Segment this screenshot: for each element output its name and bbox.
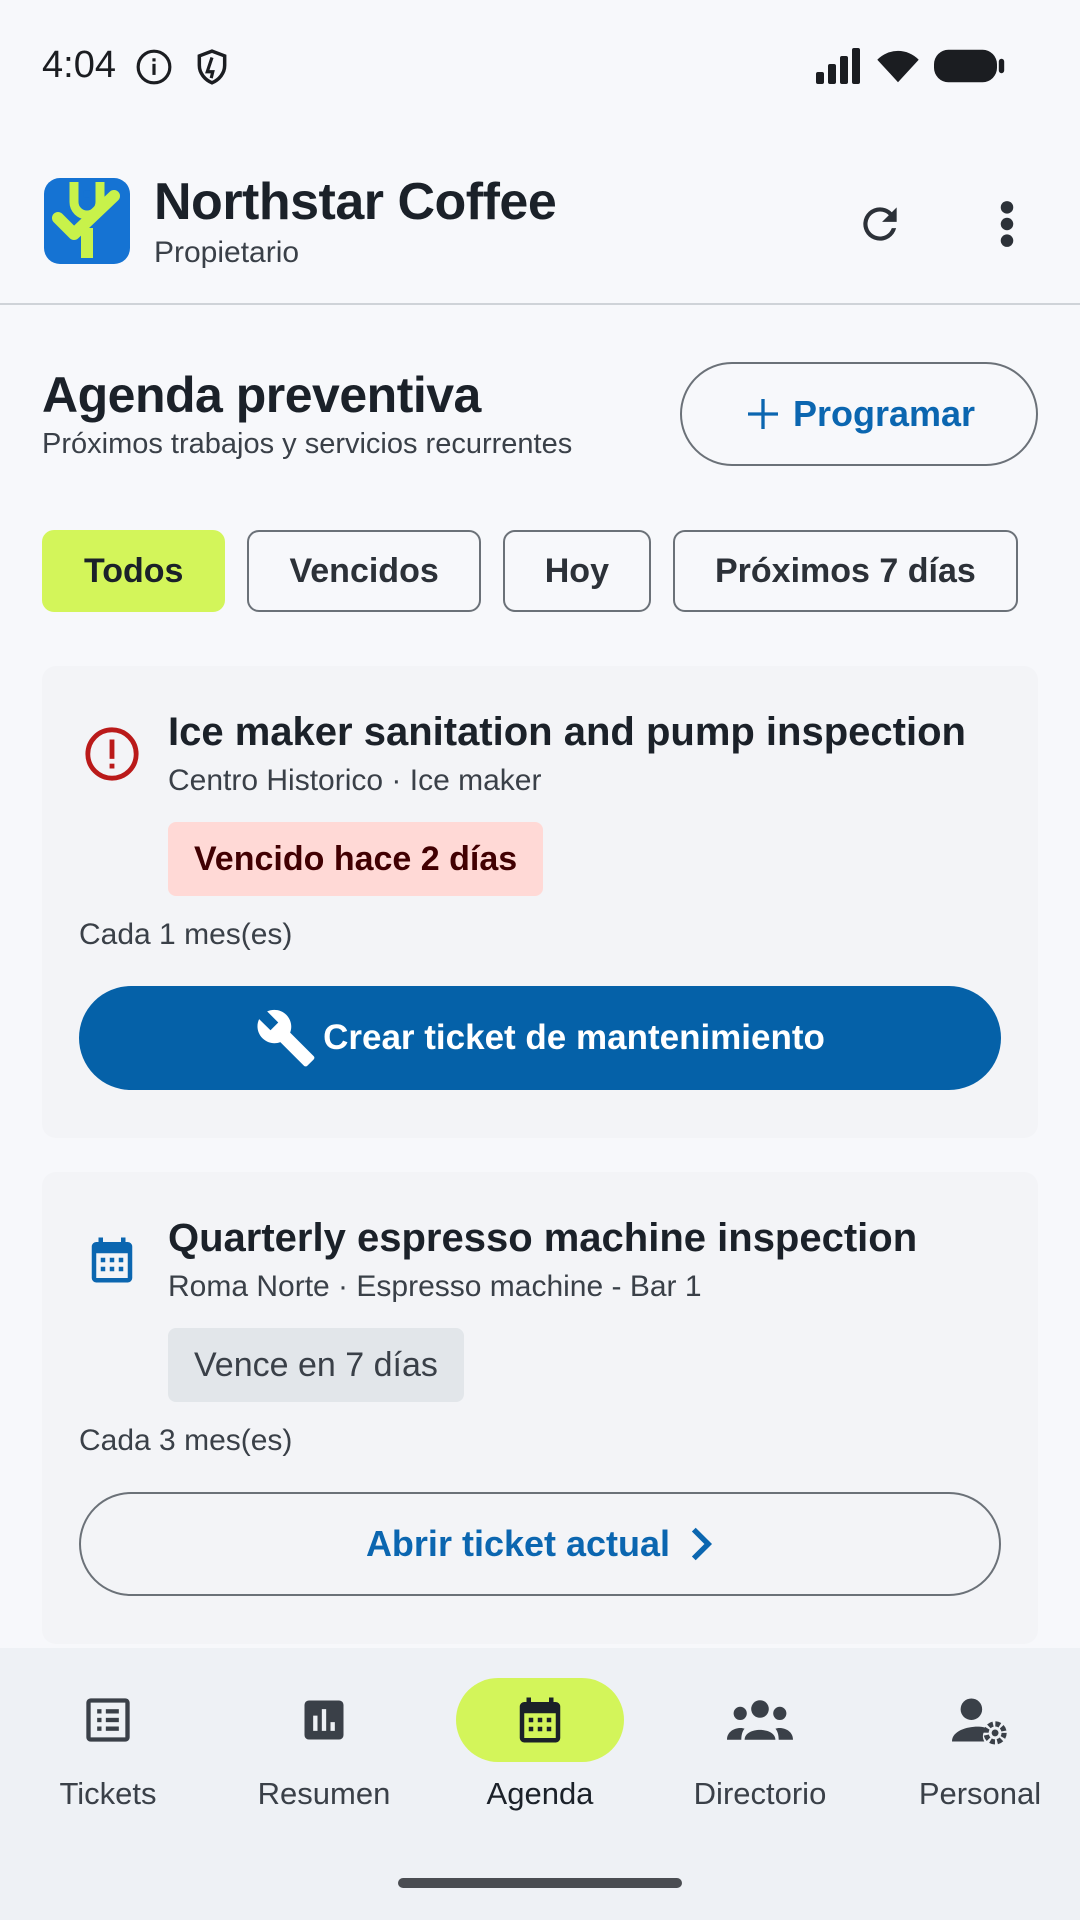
nav-item-resumen[interactable]: Resumen xyxy=(216,1678,432,1858)
section-title: Agenda preventiva xyxy=(42,367,481,423)
filter-chip-todos[interactable]: Todos xyxy=(42,530,226,612)
create-ticket-label: Crear ticket de mantenimiento xyxy=(323,1018,825,1057)
nav-label: Personal xyxy=(918,1776,1042,1811)
card-status-icon-wrap xyxy=(80,722,144,786)
refresh-button[interactable] xyxy=(848,192,912,256)
card-title: Quarterly espresso machine inspection xyxy=(168,1216,918,1260)
card-recurrence: Cada 3 mes(es) xyxy=(79,1424,293,1457)
status-right-icons xyxy=(814,48,1006,84)
nav-label: Agenda xyxy=(486,1776,594,1811)
refresh-icon xyxy=(863,207,897,241)
app-bar: Northstar Coffee Propietario xyxy=(0,150,1080,305)
signal-icon xyxy=(816,48,860,84)
status-left-icons xyxy=(135,48,231,86)
bar-chart-icon xyxy=(304,1700,344,1740)
card-location: Centro Historico · Ice maker xyxy=(168,764,542,797)
app-title: Northstar Coffee xyxy=(154,173,557,231)
filter-chip-hoy[interactable]: Hoy xyxy=(502,530,651,612)
nav-icon-container xyxy=(676,1678,844,1762)
chip-label: Hoy xyxy=(544,551,609,590)
plus-icon xyxy=(747,399,778,429)
chip-label: Todos xyxy=(84,551,184,590)
more-options-button[interactable] xyxy=(975,192,1039,256)
calendar-icon xyxy=(91,1237,133,1283)
filter-chips: Todos Vencidos Hoy Próximos 7 días xyxy=(42,530,1018,612)
group-icon xyxy=(727,1700,793,1740)
chip-label: Próximos 7 días xyxy=(714,551,976,590)
more-vert-icon xyxy=(1000,201,1014,247)
open-current-ticket-button[interactable]: Abrir ticket actual xyxy=(79,1492,1001,1596)
calendar-icon xyxy=(519,1697,561,1743)
wifi-icon xyxy=(877,50,919,83)
card-location: Roma Norte · Espresso machine - Bar 1 xyxy=(168,1270,702,1303)
nav-label: Resumen xyxy=(257,1776,391,1811)
battery-icon xyxy=(934,49,1005,83)
info-icon xyxy=(136,49,172,85)
status-time: 4:04 xyxy=(42,44,116,86)
overdue-badge: Vencido hace 2 días xyxy=(168,822,544,896)
chip-label: Vencidos xyxy=(289,551,439,590)
list-alt-icon xyxy=(86,1698,130,1742)
create-maintenance-ticket-button[interactable]: Crear ticket de mantenimiento xyxy=(79,986,1001,1090)
nav-icon-container xyxy=(896,1678,1064,1762)
nav-icon-container xyxy=(24,1678,192,1762)
nav-label: Tickets xyxy=(59,1776,157,1811)
filter-chip-proximos-7-dias[interactable]: Próximos 7 días xyxy=(672,530,1018,612)
schedule-button-label: Programar xyxy=(792,393,976,434)
home-indicator[interactable] xyxy=(398,1878,682,1888)
filter-chip-vencidos[interactable]: Vencidos xyxy=(247,530,481,612)
nav-item-personal[interactable]: Personal xyxy=(872,1678,1080,1858)
shield-icon xyxy=(197,49,227,85)
nav-icon-container xyxy=(456,1678,624,1762)
section-subtitle: Próximos trabajos y servicios recurrente… xyxy=(42,428,573,460)
status-bar: 4:04 xyxy=(0,0,1080,132)
nav-icon-container xyxy=(240,1678,408,1762)
schedule-card: Ice maker sanitation and pump inspection… xyxy=(42,666,1038,1138)
card-title: Ice maker sanitation and pump inspection xyxy=(168,710,966,754)
open-ticket-label: Abrir ticket actual xyxy=(365,1523,671,1564)
nav-label: Directorio xyxy=(693,1776,827,1811)
due-badge: Vence en 7 días xyxy=(168,1328,464,1402)
screen: 4:04 Northstar Coffee Propietario Agenda… xyxy=(0,0,1080,1920)
schedule-card: Quarterly espresso machine inspection Ro… xyxy=(42,1172,1038,1644)
wrench-icon xyxy=(257,1009,315,1067)
manage-accounts-icon xyxy=(952,1698,1007,1745)
card-recurrence: Cada 1 mes(es) xyxy=(79,918,293,951)
nav-item-tickets[interactable]: Tickets xyxy=(0,1678,216,1858)
schedule-button[interactable]: Programar xyxy=(680,362,1038,466)
app-subtitle: Propietario xyxy=(154,236,300,269)
error-icon xyxy=(85,727,139,781)
card-status-icon-wrap xyxy=(80,1228,144,1292)
nav-item-directorio[interactable]: Directorio xyxy=(652,1678,868,1858)
nav-item-agenda[interactable]: Agenda xyxy=(432,1678,648,1858)
app-logo-icon xyxy=(44,178,130,264)
chevron-right-icon xyxy=(691,1527,713,1561)
